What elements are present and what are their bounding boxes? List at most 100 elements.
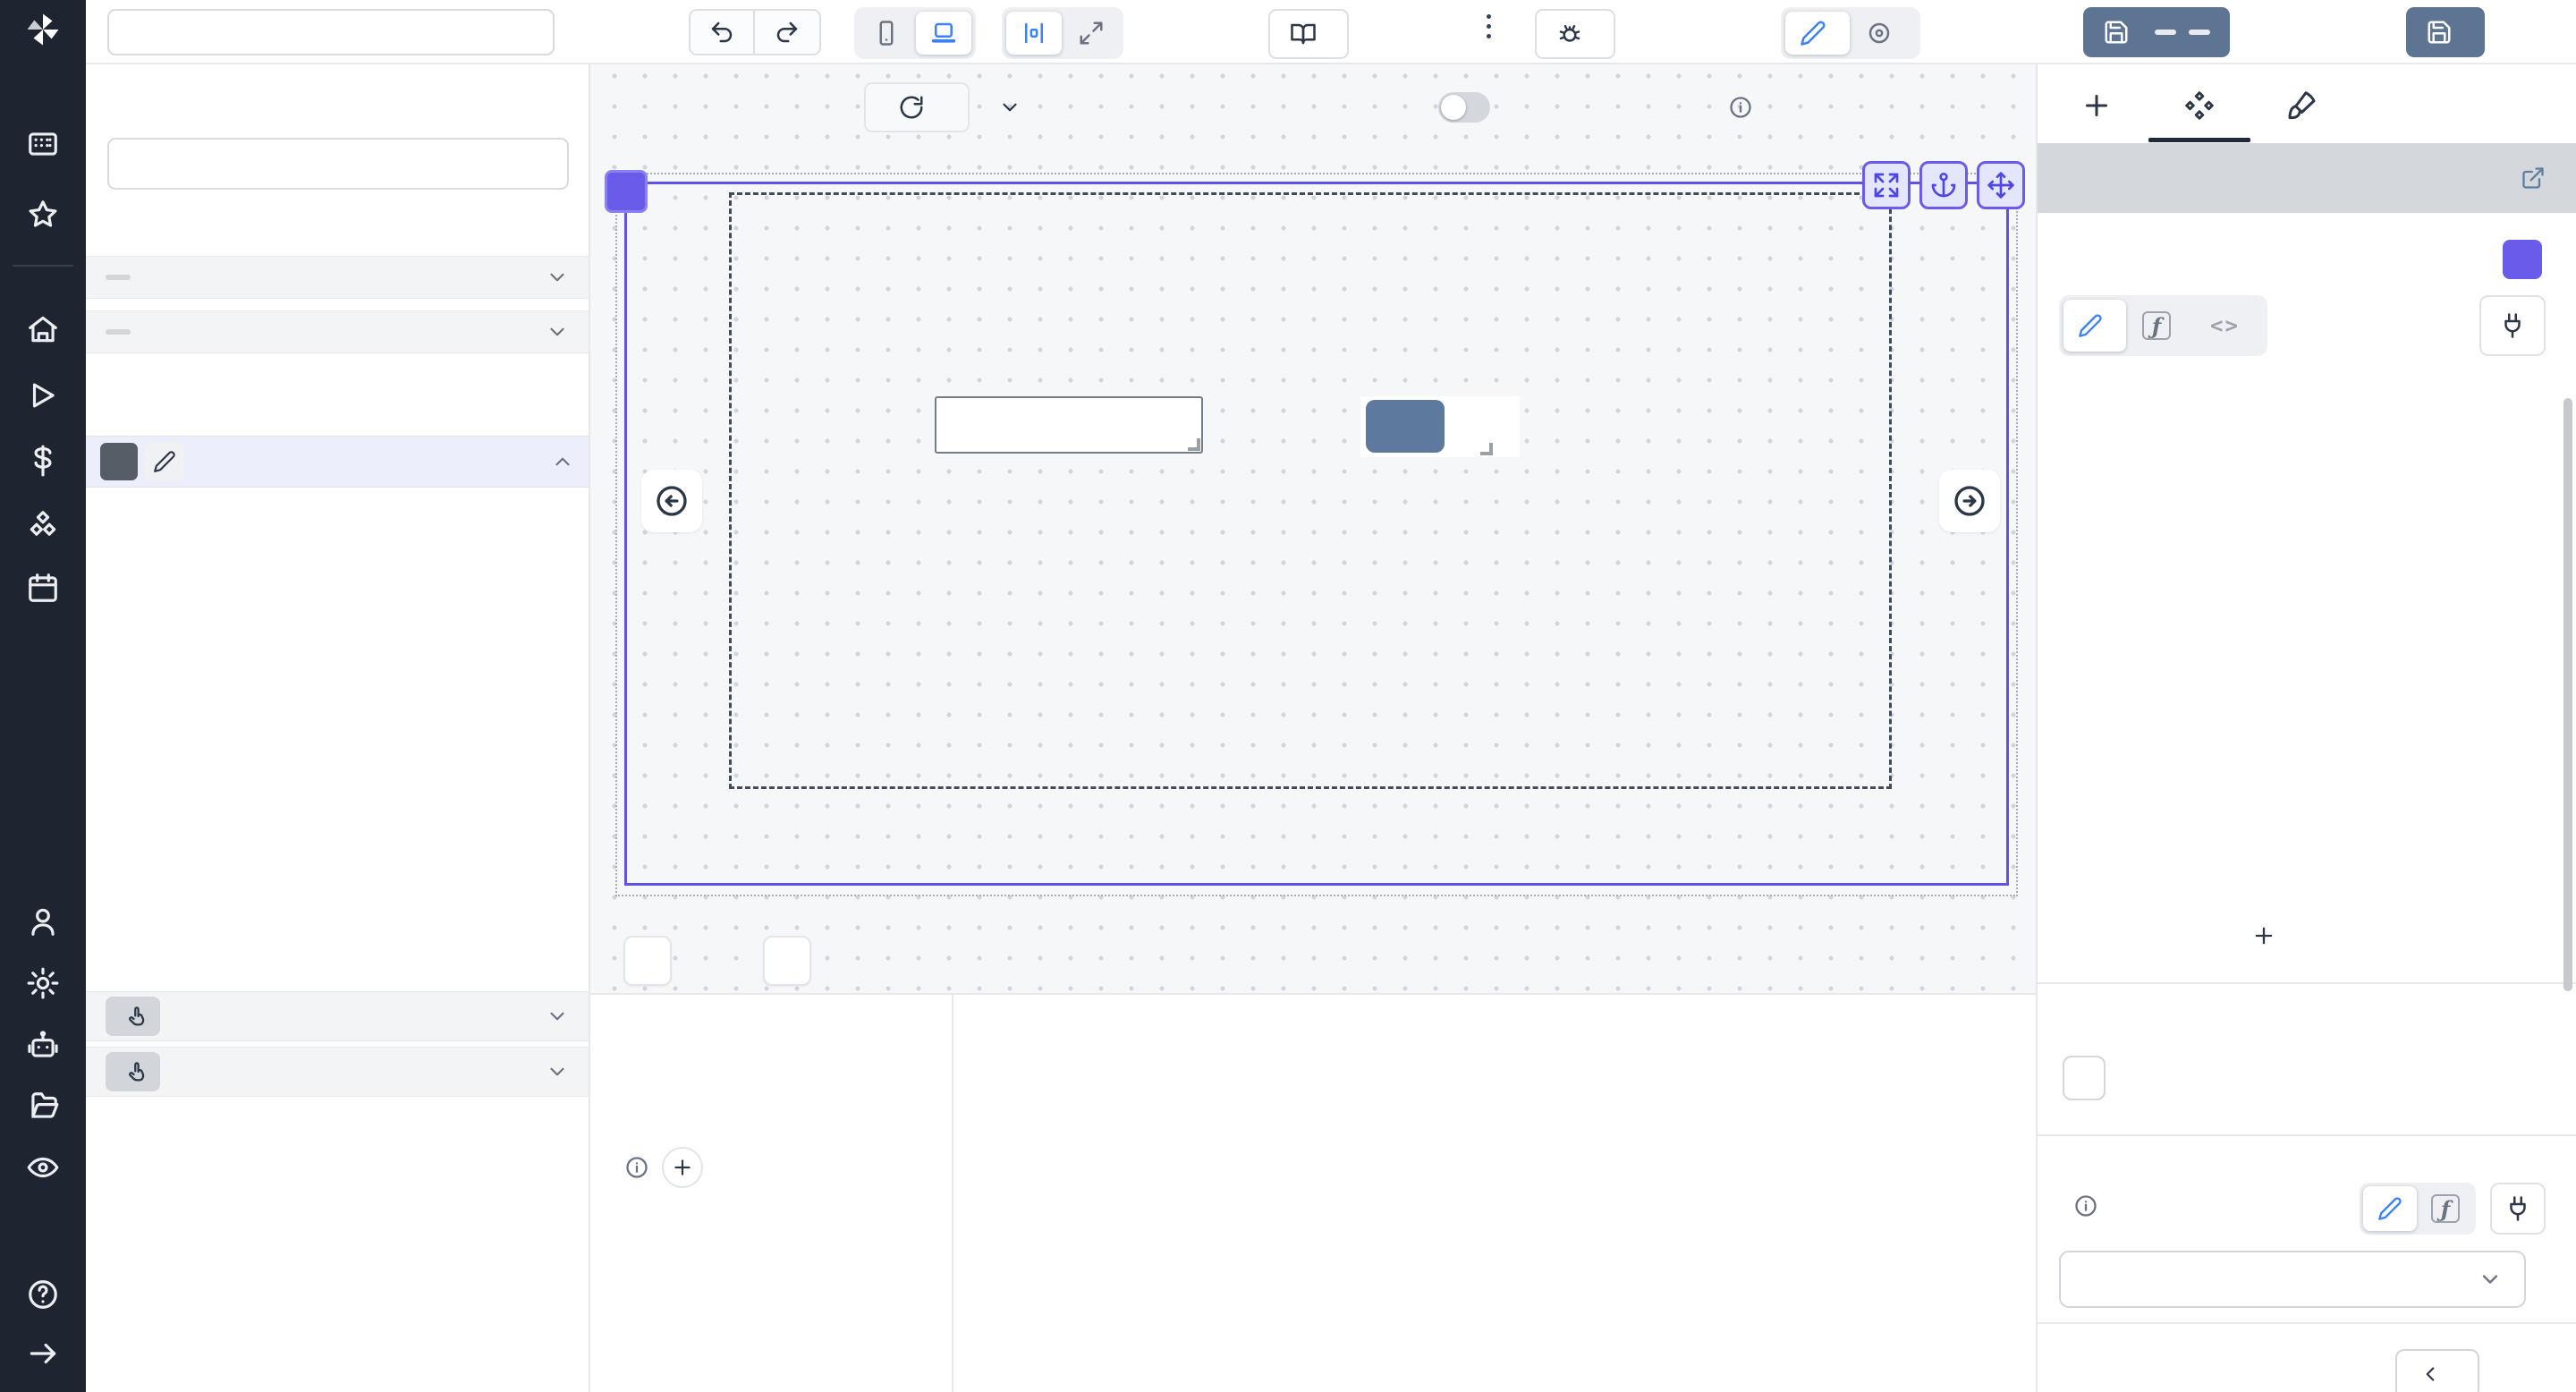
save-icon xyxy=(2426,19,2453,46)
chevron-down-icon xyxy=(546,1005,569,1028)
preview-icon xyxy=(1866,20,1893,47)
chevron-down-icon xyxy=(546,320,569,344)
expand-icon xyxy=(1872,171,1901,199)
carousel-next-icon xyxy=(1952,483,1987,519)
eval-mode-button[interactable]: ƒ xyxy=(2128,300,2194,352)
zoom-out-button[interactable] xyxy=(623,936,672,986)
app-summary-input[interactable] xyxy=(107,9,555,55)
hand-pointer-icon xyxy=(125,1060,149,1084)
zoom-in-button[interactable] xyxy=(763,936,811,986)
top-toolbar xyxy=(86,0,2576,64)
component-row-carousel[interactable] xyxy=(86,436,589,488)
styling-show-button[interactable] xyxy=(2395,1349,2479,1392)
center-align-icon xyxy=(1021,20,1047,47)
lille-button[interactable] xyxy=(1366,400,1445,453)
schedules-calendar-icon[interactable] xyxy=(24,569,62,607)
editor-icon xyxy=(1800,20,1826,47)
undo-icon xyxy=(708,19,735,46)
recompute-control[interactable] xyxy=(2063,1056,2106,1100)
component-row-email[interactable] xyxy=(86,991,589,1041)
button-component-cell[interactable] xyxy=(1360,396,1520,457)
connect-plug-button[interactable] xyxy=(2479,295,2546,356)
move-icon xyxy=(1987,171,2015,199)
run-mode-dropdown[interactable] xyxy=(987,82,1021,132)
save-draft-button[interactable] xyxy=(2083,7,2230,57)
apps-icon[interactable] xyxy=(24,125,62,163)
fullwidth-button[interactable] xyxy=(1063,12,1119,55)
resources-boxes-icon[interactable] xyxy=(24,506,62,544)
home-icon[interactable] xyxy=(24,310,62,348)
info-icon xyxy=(624,1155,649,1180)
refresh-counter-button[interactable] xyxy=(864,82,970,132)
component-row-button[interactable] xyxy=(86,1047,589,1097)
redo-button[interactable] xyxy=(755,9,821,55)
users-icon[interactable] xyxy=(24,903,62,940)
search-outputs-input[interactable] xyxy=(107,138,569,190)
state-row[interactable] xyxy=(86,310,589,353)
chevron-down-icon xyxy=(998,96,1021,119)
variables-dollar-icon[interactable] xyxy=(24,442,62,480)
plug-icon xyxy=(2499,312,2526,339)
tutorials-button[interactable] xyxy=(1268,9,1349,59)
favorites-star-icon[interactable] xyxy=(24,196,62,233)
expand-component-button[interactable] xyxy=(1862,161,1911,209)
carousel-item-container[interactable] xyxy=(729,192,1892,789)
move-component-button[interactable] xyxy=(1977,161,2025,209)
deploy-button[interactable] xyxy=(2406,7,2485,57)
compute-mode-button[interactable]: <> xyxy=(2196,300,2263,352)
timing-static-button[interactable] xyxy=(2363,1186,2417,1231)
debug-runs-button[interactable] xyxy=(1535,9,1615,59)
maximize-icon xyxy=(1078,20,1105,47)
add-item-button[interactable] xyxy=(2059,916,2481,955)
data-source-component-badge xyxy=(2503,240,2542,279)
debug-icon xyxy=(1556,21,1583,47)
ctrl-key-badge xyxy=(2155,30,2176,35)
mobile-view-button[interactable] xyxy=(859,12,914,55)
editor-tab[interactable] xyxy=(1785,12,1850,55)
more-options-kebab-icon[interactable] xyxy=(1470,14,1506,50)
component-settings-panel: ƒ <> ƒ xyxy=(2036,64,2576,1392)
audit-eye-icon[interactable] xyxy=(24,1149,62,1186)
timing-eval-button[interactable]: ƒ xyxy=(2419,1186,2472,1231)
scrollbar-thumb[interactable] xyxy=(2563,398,2572,991)
preview-tab[interactable] xyxy=(1852,12,1916,55)
settings-gear-icon[interactable] xyxy=(24,964,62,1002)
email-field[interactable] xyxy=(935,396,1203,454)
expand-sidebar-arrow-icon[interactable] xyxy=(24,1335,62,1372)
state-badge xyxy=(106,329,131,335)
undo-button[interactable] xyxy=(689,9,755,55)
resize-handle[interactable] xyxy=(1188,438,1200,451)
folders-icon[interactable] xyxy=(24,1088,62,1125)
anchor-icon xyxy=(1929,171,1958,199)
add-background-runnable-button[interactable] xyxy=(662,1147,703,1188)
ctx-row[interactable] xyxy=(86,256,589,299)
timing-plug-button[interactable] xyxy=(2490,1183,2546,1235)
chevron-down-icon xyxy=(546,1060,569,1083)
mobile-icon xyxy=(873,20,900,47)
insert-component-tab[interactable] xyxy=(2079,88,2114,123)
hide-bar-toggle[interactable] xyxy=(1438,92,1490,123)
rename-pencil-icon[interactable] xyxy=(145,442,184,481)
workers-robot-icon[interactable] xyxy=(24,1027,62,1065)
carousel-next-button[interactable] xyxy=(1939,470,2000,532)
styling-tab[interactable] xyxy=(2285,88,2321,123)
desktop-view-button[interactable] xyxy=(916,12,971,55)
resize-handle[interactable] xyxy=(1480,443,1493,455)
windmill-logo-icon[interactable] xyxy=(24,11,62,48)
carousel-prev-button[interactable] xyxy=(641,470,702,532)
component-a-badge xyxy=(100,443,138,480)
styling-icon xyxy=(2287,89,2319,122)
see-documentation-link[interactable] xyxy=(2510,166,2546,191)
runs-play-icon[interactable] xyxy=(24,377,62,414)
timing-function-select[interactable] xyxy=(2059,1251,2526,1308)
static-mode-button[interactable] xyxy=(2063,300,2126,352)
app-canvas[interactable] xyxy=(590,64,2036,993)
anchor-component-button[interactable] xyxy=(1919,161,1968,209)
component-settings-icon xyxy=(2183,89,2216,122)
eval-icon: ƒ xyxy=(2431,1194,2460,1223)
component-settings-tab[interactable] xyxy=(2182,88,2217,123)
help-icon[interactable] xyxy=(24,1276,62,1313)
plug-icon xyxy=(2504,1195,2531,1222)
component-settings-header xyxy=(2038,143,2576,213)
center-content-button[interactable] xyxy=(1006,12,1062,55)
